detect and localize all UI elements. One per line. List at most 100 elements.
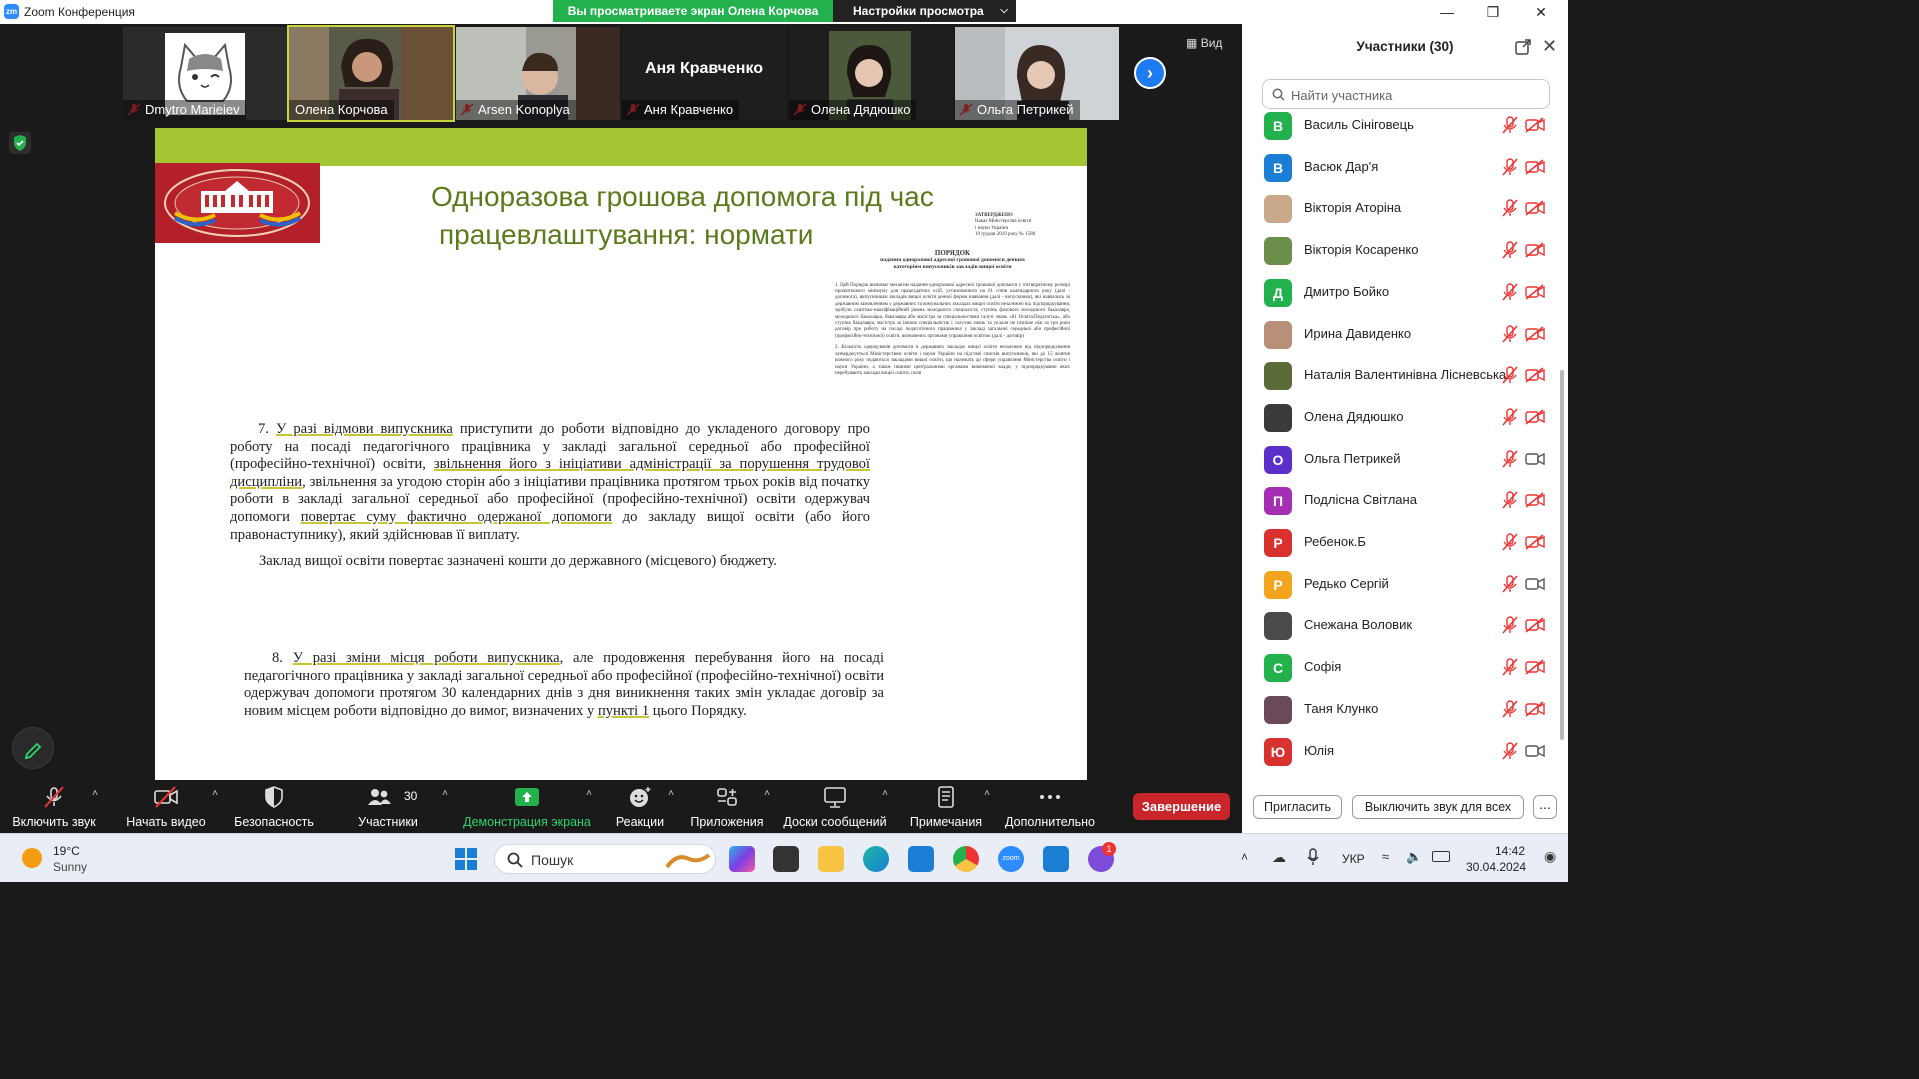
- apps-button[interactable]: ˄ Приложения: [688, 780, 770, 833]
- tray-chevron-icon[interactable]: ˄: [1241, 850, 1248, 864]
- muted-mic-icon[interactable]: [1502, 741, 1518, 760]
- chevron-up-icon[interactable]: ˄: [586, 788, 592, 799]
- wifi-icon[interactable]: ≈: [1382, 849, 1389, 864]
- scrollbar-thumb[interactable]: [1560, 370, 1564, 740]
- chevron-up-icon[interactable]: ˄: [882, 788, 888, 799]
- camera-off-icon[interactable]: [1525, 325, 1545, 342]
- more-button[interactable]: Дополнительно: [1000, 780, 1100, 833]
- muted-mic-icon[interactable]: [1502, 157, 1518, 176]
- chrome-icon[interactable]: [953, 846, 979, 872]
- security-button[interactable]: Безопасность: [232, 780, 316, 833]
- camera-icon[interactable]: [1525, 576, 1545, 592]
- chevron-up-icon[interactable]: ˄: [668, 788, 674, 799]
- muted-mic-icon[interactable]: [1502, 574, 1518, 593]
- participant-row[interactable]: Р Ребенок.Б: [1262, 521, 1550, 563]
- participant-row[interactable]: Олена Дядюшко: [1262, 396, 1550, 438]
- camera-off-icon[interactable]: [1525, 200, 1545, 217]
- video-tile[interactable]: Ольга Петрикей: [955, 27, 1119, 120]
- muted-mic-icon[interactable]: [1502, 491, 1518, 509]
- muted-mic-icon[interactable]: [1502, 241, 1518, 259]
- chevron-up-icon[interactable]: ˄: [212, 788, 218, 799]
- video-tile[interactable]: Олена Дядюшко: [789, 27, 953, 120]
- file-explorer-icon[interactable]: [818, 846, 844, 872]
- notifications-bell-icon[interactable]: ◉: [1544, 848, 1556, 865]
- camera-icon[interactable]: [1525, 743, 1545, 759]
- participant-row[interactable]: В Васюк Дар'я: [1262, 146, 1550, 188]
- popout-icon[interactable]: [1514, 38, 1532, 56]
- weather-desc[interactable]: Sunny: [53, 860, 87, 874]
- cloud-icon[interactable]: ☁: [1272, 849, 1286, 866]
- muted-mic-icon[interactable]: [1502, 366, 1518, 384]
- view-button[interactable]: ▦ Вид: [1186, 36, 1222, 50]
- participant-row[interactable]: Д Дмитро Бойко: [1262, 271, 1550, 313]
- next-page-arrow-icon[interactable]: ›: [1134, 57, 1166, 89]
- start-video-button[interactable]: ˄ Начать видео: [120, 780, 218, 833]
- participant-row[interactable]: Вікторія Косаренко: [1262, 229, 1550, 271]
- windows-start-icon[interactable]: [454, 847, 478, 876]
- annotate-pen-icon[interactable]: [12, 727, 54, 769]
- clock-time[interactable]: 14:42: [1495, 844, 1525, 858]
- camera-off-icon[interactable]: [1525, 367, 1545, 383]
- battery-icon[interactable]: [1432, 851, 1450, 862]
- muted-mic-icon[interactable]: [1502, 533, 1518, 551]
- camera-off-icon[interactable]: [1525, 242, 1545, 258]
- minimize-button[interactable]: —: [1424, 0, 1470, 24]
- notepad-icon[interactable]: [1043, 846, 1069, 872]
- chevron-up-icon[interactable]: ˄: [92, 788, 98, 799]
- mute-all-button[interactable]: Выключить звук для всех: [1352, 795, 1524, 819]
- participant-row[interactable]: Таня Клунко: [1262, 688, 1550, 730]
- video-tile[interactable]: Arsen Konoplya: [456, 27, 620, 120]
- participant-row[interactable]: Снежана Воловик: [1262, 604, 1550, 646]
- muted-mic-icon[interactable]: [1502, 700, 1518, 718]
- participant-row[interactable]: С Софія: [1262, 646, 1550, 688]
- camera-off-icon[interactable]: [1525, 409, 1545, 425]
- camera-off-icon[interactable]: [1525, 284, 1545, 300]
- taskbar-search[interactable]: Пошук: [494, 844, 716, 874]
- video-tile-active[interactable]: Олена Корчова: [287, 25, 455, 122]
- participant-row[interactable]: Наталія Валентинівна Лісневська: [1262, 354, 1550, 396]
- camera-off-icon[interactable]: [1525, 617, 1545, 634]
- sun-icon[interactable]: [22, 848, 42, 868]
- participant-row[interactable]: Вікторія Аторіна: [1262, 187, 1550, 229]
- zoom-taskbar-icon[interactable]: zoom: [998, 846, 1024, 872]
- store-icon[interactable]: [908, 846, 934, 872]
- microphone-icon[interactable]: [1306, 848, 1320, 871]
- encryption-shield-icon[interactable]: [9, 132, 31, 154]
- maximize-button[interactable]: ❐: [1470, 0, 1516, 24]
- muted-mic-icon[interactable]: [1502, 408, 1518, 426]
- weather-temp[interactable]: 19°C: [53, 844, 80, 858]
- participant-row[interactable]: Ю Юлія: [1262, 730, 1550, 772]
- invite-button[interactable]: Пригласить: [1253, 795, 1342, 819]
- reactions-button[interactable]: ˄ Реакции: [610, 780, 674, 833]
- muted-mic-icon[interactable]: [1502, 283, 1518, 301]
- copilot-icon[interactable]: [729, 846, 755, 872]
- panel-more-button[interactable]: ...: [1533, 795, 1557, 819]
- edge-icon[interactable]: [863, 846, 889, 872]
- muted-mic-icon[interactable]: [1502, 116, 1518, 134]
- participant-row[interactable]: Ирина Давиденко: [1262, 313, 1550, 355]
- camera-icon[interactable]: [1525, 451, 1545, 467]
- camera-off-icon[interactable]: [1525, 534, 1545, 550]
- terminal-icon[interactable]: [773, 846, 799, 872]
- share-screen-button[interactable]: ˄ Демонстрация экрана: [462, 780, 592, 833]
- chevron-up-icon[interactable]: ˄: [984, 788, 990, 799]
- camera-off-icon[interactable]: [1525, 159, 1545, 175]
- video-tile[interactable]: Аня Кравченко Аня Кравченко: [622, 27, 786, 120]
- end-meeting-button[interactable]: Завершение: [1133, 793, 1230, 820]
- volume-icon[interactable]: 🔈: [1406, 849, 1422, 865]
- view-settings-button[interactable]: Настройки просмотра ⌵: [833, 0, 1016, 22]
- close-panel-icon[interactable]: ✕: [1542, 36, 1557, 57]
- muted-mic-icon[interactable]: [1502, 616, 1518, 634]
- camera-off-icon[interactable]: [1525, 117, 1545, 133]
- chevron-up-icon[interactable]: ˄: [764, 788, 770, 799]
- clock-date[interactable]: 30.04.2024: [1466, 860, 1526, 874]
- participant-row[interactable]: П Подлісна Світлана: [1262, 479, 1550, 521]
- muted-mic-icon[interactable]: [1502, 658, 1518, 676]
- whiteboards-button[interactable]: ˄ Доски сообщений: [780, 780, 890, 833]
- close-button[interactable]: ✕: [1518, 0, 1564, 24]
- muted-mic-icon[interactable]: [1502, 324, 1518, 343]
- notes-button[interactable]: ˄ Примечания: [906, 780, 990, 833]
- chevron-up-icon[interactable]: ˄: [442, 788, 448, 799]
- muted-mic-icon[interactable]: [1502, 199, 1518, 217]
- participant-row[interactable]: О Ольга Петрикей: [1262, 438, 1550, 480]
